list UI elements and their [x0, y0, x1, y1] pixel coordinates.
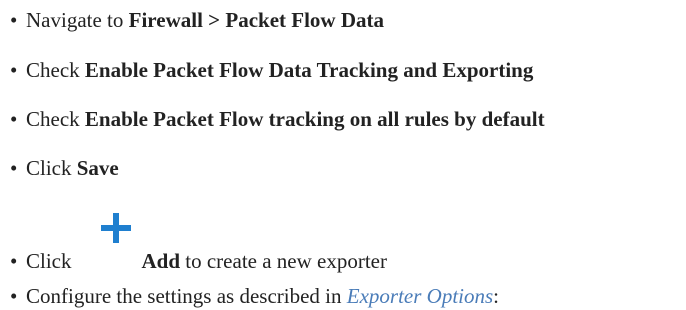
step-text: Navigate to: [26, 8, 129, 32]
list-item-enable-default: • Check Enable Packet Flow tracking on al…: [0, 106, 545, 132]
step-text: Click: [26, 249, 72, 273]
list-item-enable-tracking: • Check Enable Packet Flow Data Tracking …: [0, 57, 533, 83]
list-item-add-exporter: • Click Add to create a new exporter: [0, 213, 387, 274]
step-text: Click: [26, 156, 77, 180]
step-suffix: to create a new exporter: [180, 249, 387, 273]
step-text: Configure the settings as described in: [26, 284, 347, 308]
step-text: Check: [26, 107, 85, 131]
step-suffix: :: [493, 284, 500, 308]
list-item-navigate: • Navigate to Firewall > Packet Flow Data: [0, 7, 384, 33]
bullet: •: [10, 58, 18, 82]
list-item-save: • Click Save: [0, 155, 119, 181]
menu-path: Firewall > Packet Flow Data: [128, 8, 384, 32]
add-plus-icon: [100, 213, 132, 270]
bullet: •: [10, 156, 18, 180]
option-name: Enable Packet Flow Data Tracking and Exp…: [84, 58, 534, 82]
bullet: •: [10, 107, 18, 131]
option-name: Enable Packet Flow tracking on all rules…: [84, 107, 545, 131]
button-name: Save: [76, 156, 119, 180]
instruction-list: • Navigate to Firewall > Packet Flow Data…: [0, 0, 686, 310]
step-text: Check: [26, 58, 85, 82]
bullet: •: [10, 8, 18, 32]
list-item-configure: • Configure the settings as described in …: [0, 283, 499, 309]
bullet: •: [10, 284, 18, 308]
bullet: •: [10, 249, 18, 273]
exporter-options-link[interactable]: Exporter Options: [347, 284, 493, 308]
button-name: Add: [141, 249, 181, 273]
